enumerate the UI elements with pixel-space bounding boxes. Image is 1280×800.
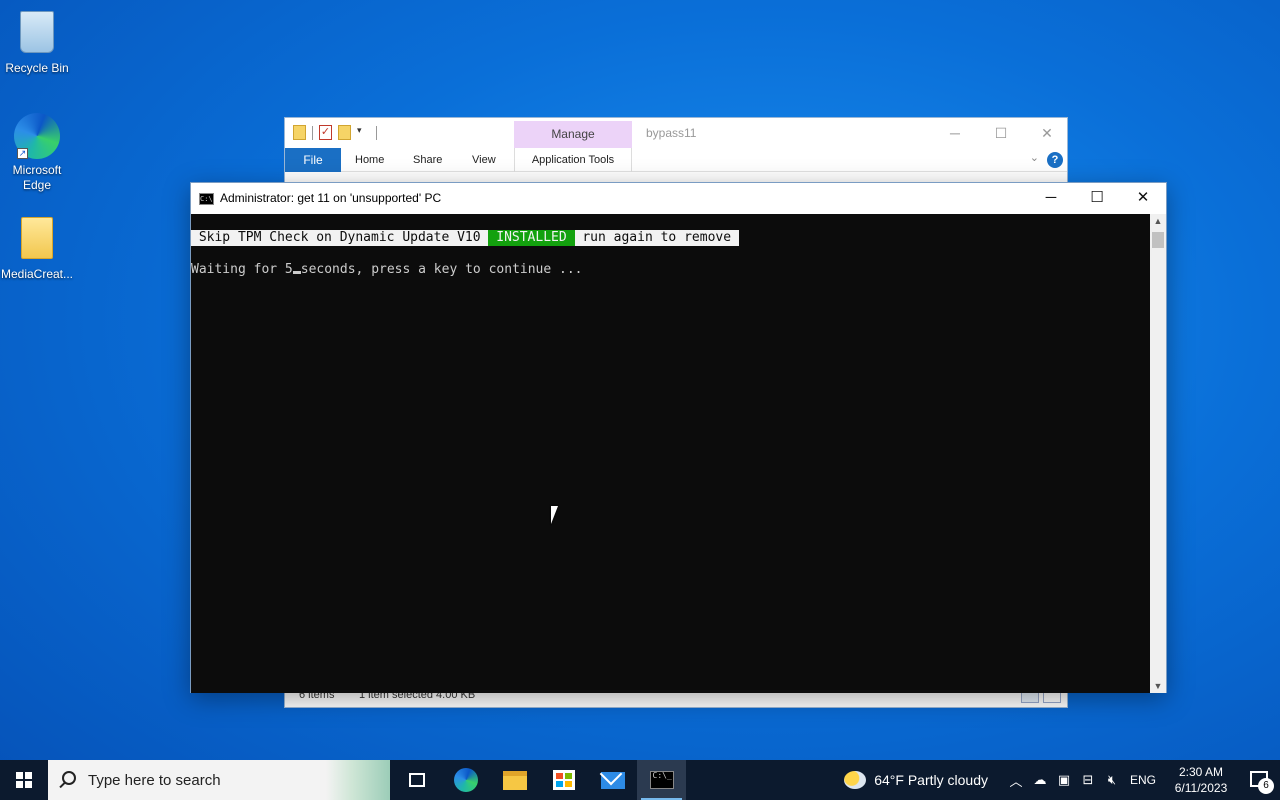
console-window[interactable]: C:\ Administrator: get 11 on 'unsupporte… — [190, 182, 1167, 693]
window-controls: ─ ☐ ✕ — [932, 118, 1070, 148]
taskbar-mail[interactable] — [588, 760, 637, 800]
task-view-button[interactable] — [392, 760, 441, 800]
meet-now-icon[interactable]: ▣ — [1052, 772, 1076, 788]
scroll-down-icon[interactable]: ▼ — [1150, 681, 1166, 691]
clock-date: 6/11/2023 — [1174, 781, 1228, 795]
desktop-icon-recycle-bin[interactable]: Recycle Bin — [0, 8, 74, 76]
divider — [376, 125, 377, 140]
console-title: Administrator: get 11 on 'unsupported' P… — [220, 191, 442, 205]
waiting-text-rest: seconds, press a key to continue ... — [300, 262, 583, 277]
search-highlight-image — [326, 760, 390, 800]
tab-view[interactable]: View — [472, 154, 496, 166]
mouse-pointer-icon — [551, 506, 565, 524]
vertical-scrollbar[interactable]: ▲ ▼ — [1150, 214, 1166, 693]
help-icon[interactable]: ? — [1047, 152, 1063, 168]
start-button[interactable] — [0, 760, 48, 800]
scroll-thumb[interactable] — [1152, 232, 1164, 248]
clock[interactable]: 2:30 AM 6/11/2023 — [1166, 764, 1236, 796]
taskbar-command-prompt[interactable]: C:\_ — [637, 760, 686, 800]
notification-badge: 6 — [1258, 778, 1274, 794]
desktop-icon-microsoft-edge[interactable]: ↗ Microsoft Edge — [0, 112, 74, 193]
edge-icon: ↗ — [13, 113, 61, 161]
window-title: bypass11 — [646, 126, 697, 140]
tab-manage[interactable]: Manage — [514, 121, 632, 148]
folder-icon — [293, 125, 306, 140]
tab-home[interactable]: Home — [355, 154, 384, 166]
volume-muted-icon[interactable]: 🔇︎ — [1100, 772, 1124, 788]
desktop-icon-label: Microsoft Edge — [12, 163, 62, 192]
edge-icon — [453, 768, 478, 792]
action-center-button[interactable]: 6 — [1236, 760, 1280, 800]
desktop-icon-mediacreationtool[interactable]: MediaCreat... — [0, 214, 74, 282]
taskbar: Type here to search C:\_ 64°F Partly clo… — [0, 760, 1280, 800]
input-language[interactable]: ENG — [1130, 773, 1156, 787]
taskbar-edge[interactable] — [441, 760, 490, 800]
quick-access-toolbar: ✓ ▾ — [293, 125, 377, 140]
desktop-icon-label: MediaCreat... — [0, 267, 74, 281]
search-input[interactable]: Type here to search — [88, 772, 221, 789]
waiting-text: Waiting for 5 — [191, 262, 293, 277]
divider — [312, 125, 313, 140]
system-tray: 64°F Partly cloudy ︿ ☁ ▣ ⊟ 🔇︎ ENG 2:30 A… — [844, 760, 1280, 800]
store-icon — [552, 770, 575, 790]
explorer-title-bar[interactable]: ✓ ▾ Manage bypass11 ─ ☐ ✕ — [285, 118, 1067, 148]
onedrive-icon[interactable]: ☁ — [1028, 772, 1052, 788]
minimize-button[interactable]: ─ — [1028, 183, 1074, 213]
banner-hint: run again to remove — [574, 230, 739, 246]
search-box[interactable]: Type here to search — [48, 760, 390, 800]
taskbar-store[interactable] — [539, 760, 588, 800]
task-view-icon — [408, 773, 425, 787]
window-controls: ─ ☐ ✕ — [1028, 183, 1166, 213]
recycle-bin-icon — [13, 11, 61, 59]
console-title-bar[interactable]: C:\ Administrator: get 11 on 'unsupporte… — [191, 183, 1166, 214]
file-explorer-icon — [502, 770, 527, 790]
tab-application-tools[interactable]: Application Tools — [514, 148, 632, 172]
network-icon[interactable]: ⊟ — [1076, 772, 1100, 788]
show-hidden-icons-icon[interactable]: ︿ — [1004, 771, 1028, 790]
installed-badge: INSTALLED — [488, 230, 575, 246]
clock-time: 2:30 AM — [1178, 765, 1224, 779]
desktop-icon-label: Recycle Bin — [5, 61, 69, 75]
maximize-button[interactable]: ☐ — [1074, 183, 1120, 213]
waiting-message: Waiting for 5 seconds, press a key to con… — [191, 262, 583, 278]
properties-icon[interactable]: ✓ — [319, 125, 332, 140]
text-cursor — [292, 271, 301, 274]
console-output[interactable]: Skip TPM Check on Dynamic Update V10 INS… — [191, 214, 1151, 693]
partly-cloudy-icon[interactable] — [844, 771, 867, 789]
taskbar-file-explorer[interactable] — [490, 760, 539, 800]
status-banner: Skip TPM Check on Dynamic Update V10 INS… — [191, 230, 739, 246]
close-button[interactable]: ✕ — [1024, 118, 1070, 148]
scroll-up-icon[interactable]: ▲ — [1150, 216, 1166, 226]
banner-title: Skip TPM Check on Dynamic Update V10 — [191, 230, 489, 246]
search-icon — [62, 771, 76, 785]
weather-widget[interactable]: 64°F Partly cloudy — [874, 772, 988, 788]
folder-icon — [13, 217, 61, 265]
tab-share[interactable]: Share — [413, 154, 442, 166]
chevron-down-icon[interactable]: ▾ — [357, 125, 370, 140]
ribbon-tabs: File Home Share View Application Tools ⌄… — [285, 148, 1067, 172]
tab-file[interactable]: File — [285, 148, 341, 172]
new-folder-icon[interactable] — [338, 125, 351, 140]
maximize-button[interactable]: ☐ — [978, 118, 1024, 148]
mail-icon — [600, 771, 625, 789]
close-button[interactable]: ✕ — [1120, 183, 1166, 213]
cmd-icon: C:\_ — [649, 771, 674, 789]
windows-logo-icon — [16, 772, 32, 788]
expand-ribbon-icon[interactable]: ⌄ — [1030, 151, 1039, 164]
cmd-icon: C:\ — [199, 193, 214, 205]
minimize-button[interactable]: ─ — [932, 118, 978, 148]
